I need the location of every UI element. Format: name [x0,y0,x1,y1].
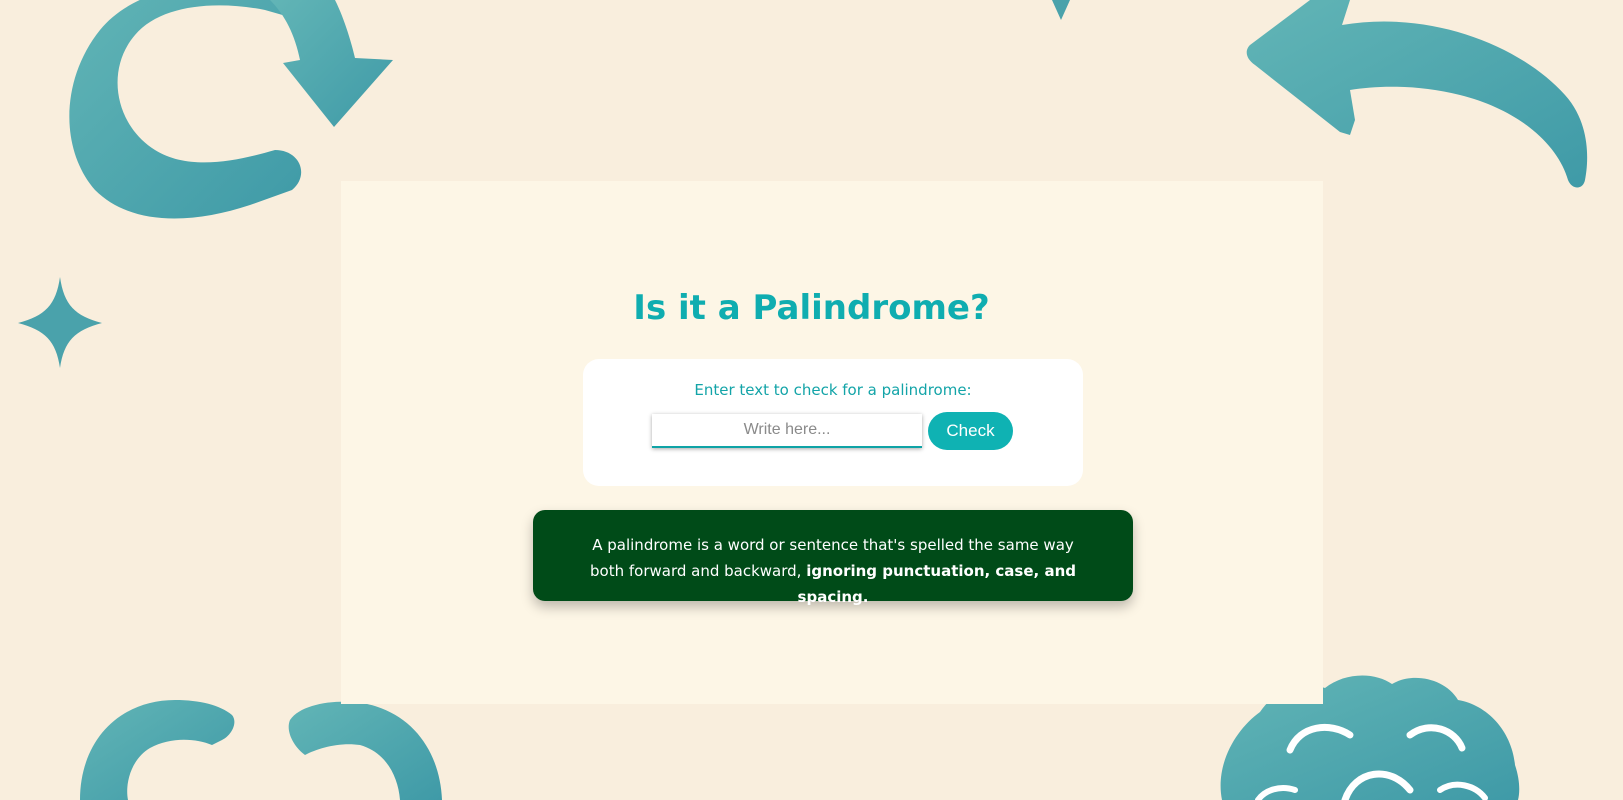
cycle-arrows-icon [80,700,442,800]
definition-box: A palindrome is a word or sentence that'… [533,510,1133,606]
check-button[interactable]: Check [928,412,1013,450]
text-input[interactable] [652,414,922,448]
definition-emphasis: ignoring punctuation, case, and spacing. [797,562,1076,606]
curved-back-arrow-icon [1246,0,1588,188]
sparkle-tip-icon [1052,0,1070,20]
palindrome-form: Enter text to check for a palindrome: Ch… [583,359,1083,486]
input-label: Enter text to check for a palindrome: [694,381,972,399]
page-title: Is it a Palindrome? [633,288,990,328]
